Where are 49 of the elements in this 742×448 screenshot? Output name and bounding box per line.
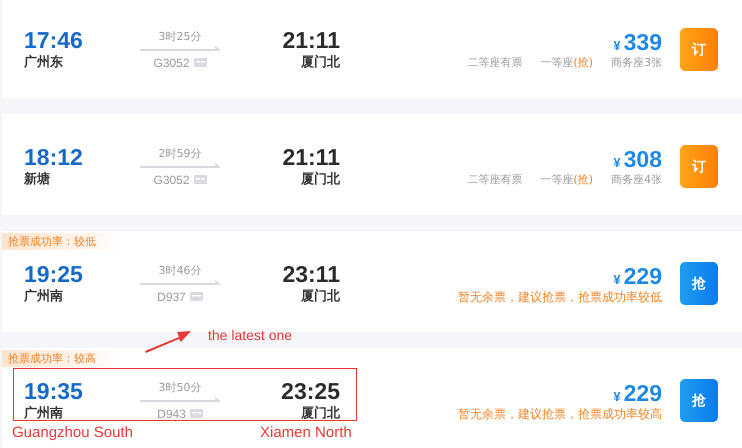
arrival-station: 厦门北 xyxy=(301,288,340,306)
currency-sign: ¥ xyxy=(613,38,621,52)
seat-availability: 二等座有票 xyxy=(467,54,522,70)
departure-station: 广州南 xyxy=(24,405,64,423)
price: 308 xyxy=(624,146,662,172)
seat-availability: 商务座3张 xyxy=(611,54,662,70)
arrival-time: 23:25 xyxy=(281,378,340,405)
arrival-station: 厦门北 xyxy=(301,171,340,189)
train-number: G3052 xyxy=(153,56,190,70)
id-card-icon xyxy=(190,292,203,301)
arrival-station: 厦门北 xyxy=(301,405,340,423)
train-card[interactable]: 17:46 广州东 3时25分 G3052 21:11 厦门北 ¥339 二等座有票 一等座(抢) 商务座3张 订 xyxy=(2,0,742,98)
price: 339 xyxy=(624,28,662,54)
seat-availability: 二等座有票 xyxy=(467,172,522,188)
id-card-icon xyxy=(190,409,203,418)
id-card-icon xyxy=(194,175,207,184)
id-card-icon xyxy=(194,58,207,67)
arrival-time: 23:11 xyxy=(282,261,340,288)
departure-station: 广州东 xyxy=(24,54,64,72)
departure-station: 广州南 xyxy=(24,288,64,306)
train-number: D943 xyxy=(157,406,186,420)
train-number: G3052 xyxy=(153,172,190,186)
arrival-station: 厦门北 xyxy=(301,54,340,72)
seat-availability: 一等座(抢) xyxy=(540,172,593,188)
train-card[interactable]: 18:12 新塘 2时59分 G3052 21:11 厦门北 ¥308 二等座有票 一等座(抢) 商务座4张 订 xyxy=(2,114,742,215)
departure-time: 18:12 xyxy=(24,144,84,171)
departure-time: 19:35 xyxy=(24,378,84,405)
availability-note: 暂无余票，建议抢票，抢票成功率较高 xyxy=(458,406,662,422)
departure-time: 19:25 xyxy=(24,261,84,288)
currency-sign: ¥ xyxy=(613,272,621,286)
duration: 3时50分 xyxy=(158,380,202,394)
annotation-arrow xyxy=(143,328,193,354)
seat-availability: 一等座(抢) xyxy=(540,54,593,70)
duration: 3时46分 xyxy=(158,264,202,278)
currency-sign: ¥ xyxy=(613,388,621,404)
price: 229 xyxy=(624,380,662,406)
seat-availability: 商务座4张 xyxy=(611,172,662,188)
duration: 3时25分 xyxy=(158,30,202,44)
price: 229 xyxy=(624,262,662,288)
departure-time: 17:46 xyxy=(24,27,84,54)
duration: 2时59分 xyxy=(158,146,202,160)
arrival-time: 21:11 xyxy=(282,144,340,171)
annotation-label: Guangzhou South xyxy=(12,424,133,441)
annotation-label: Xiamen North xyxy=(260,424,352,441)
availability-note: 暂无余票，建议抢票，抢票成功率较低 xyxy=(458,288,662,304)
currency-sign: ¥ xyxy=(613,154,621,170)
arrival-time: 21:11 xyxy=(282,27,340,54)
departure-station: 新塘 xyxy=(24,171,51,189)
train-number: D937 xyxy=(157,290,186,304)
